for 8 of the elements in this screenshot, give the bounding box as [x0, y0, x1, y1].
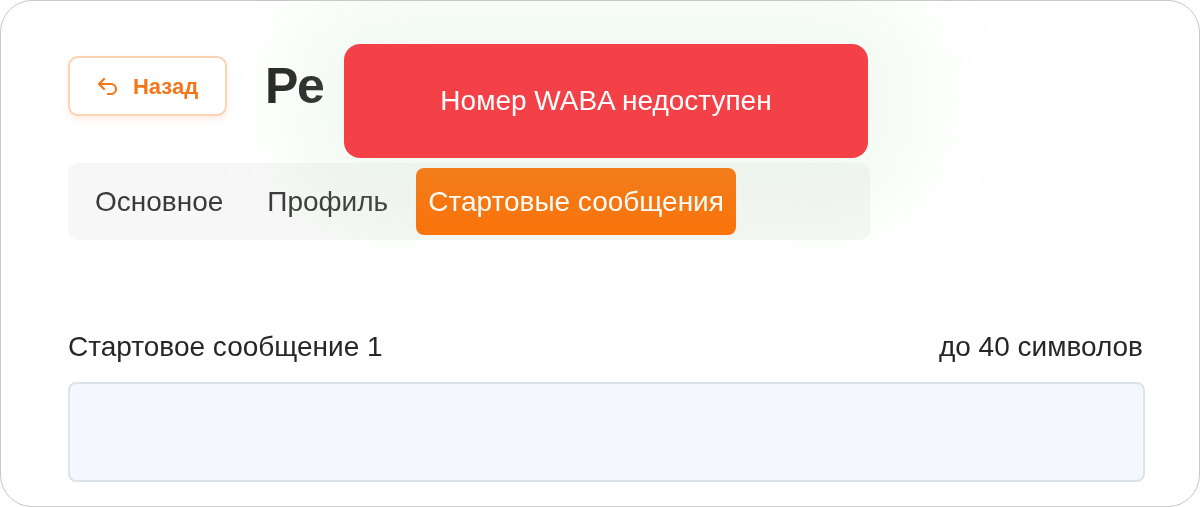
tab[interactable]: Основное [73, 168, 246, 235]
page-title: Ре [265, 57, 325, 116]
tab[interactable]: Профиль [245, 168, 411, 235]
character-limit-hint: до 40 символов [938, 330, 1143, 364]
field-label: Стартовое сообщение 1 [68, 330, 383, 364]
error-toast: Номер WABA недоступен [344, 44, 868, 158]
message-input-field[interactable] [68, 382, 1145, 482]
return-arrow-icon [96, 77, 119, 95]
